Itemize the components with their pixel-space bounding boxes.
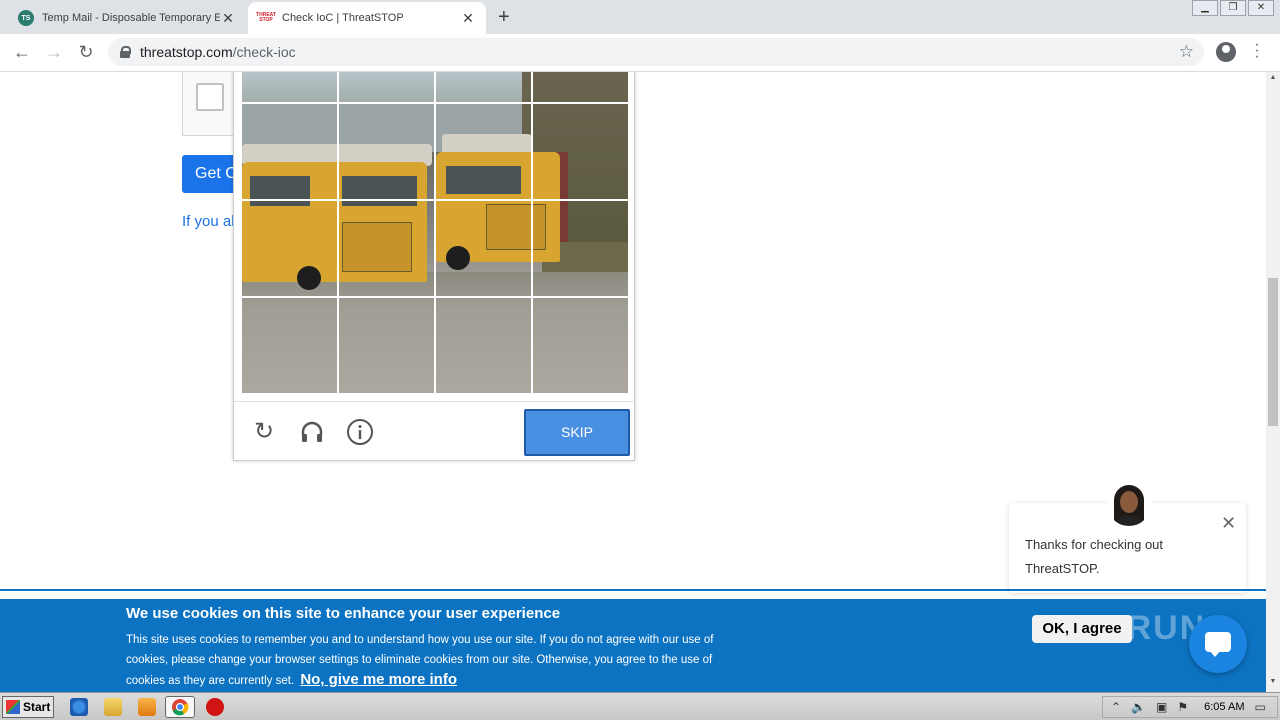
chevron-up-icon[interactable]: ⌃ xyxy=(1111,700,1121,714)
start-button[interactable]: Start xyxy=(2,696,54,718)
close-window-button[interactable]: ✕ xyxy=(1248,0,1274,16)
url-path: /check-ioc xyxy=(232,44,296,60)
minimize-button[interactable]: ▁ xyxy=(1192,0,1218,16)
restore-button[interactable]: ❐ xyxy=(1220,0,1246,16)
chat-launcher-icon[interactable] xyxy=(1189,615,1247,673)
audio-icon[interactable] xyxy=(298,418,326,446)
page-content: Get C If you al ↻ SKIP ✕ Thanks for chec… xyxy=(0,72,1266,692)
address-bar[interactable]: threatstop.com/check-ioc ☆ xyxy=(108,38,1204,66)
captcha-challenge: ↻ SKIP xyxy=(233,72,635,461)
bookmark-star-icon[interactable]: ☆ xyxy=(1179,42,1194,62)
profile-icon[interactable] xyxy=(1216,42,1236,62)
tab-temp-mail[interactable]: TS Temp Mail - Disposable Temporary Emai… xyxy=(8,2,246,34)
cookie-banner: We use cookies on this site to enhance y… xyxy=(0,599,1266,692)
system-tray: ⌃ 🔈 ▣ ⚑ 6:05 AM ▭ xyxy=(1102,696,1278,718)
recaptcha-checkbox[interactable] xyxy=(196,83,224,111)
scroll-down-icon[interactable]: ▼ xyxy=(1266,678,1280,685)
school-bus xyxy=(242,162,427,282)
clock: 6:05 AM xyxy=(1204,701,1245,713)
captcha-image xyxy=(242,72,628,393)
skip-button[interactable]: SKIP xyxy=(524,409,630,456)
tab-strip: TS Temp Mail - Disposable Temporary Emai… xyxy=(0,0,1280,34)
info-icon[interactable] xyxy=(346,418,374,446)
folder-icon[interactable] xyxy=(104,698,122,716)
captcha-footer: ↻ SKIP xyxy=(234,401,634,461)
chat-message: Thanks for checking out ThreatSTOP. xyxy=(1025,537,1164,576)
reload-icon[interactable]: ↻ xyxy=(250,418,278,446)
tab-title: Temp Mail - Disposable Temporary Email xyxy=(42,12,220,24)
lock-icon xyxy=(120,46,131,58)
network-icon[interactable]: ▣ xyxy=(1156,700,1167,714)
security-app-icon[interactable] xyxy=(206,698,224,716)
more-info-link[interactable]: No, give me more info xyxy=(300,671,457,688)
threatstop-icon: THREAT STOP xyxy=(256,10,276,26)
volume-icon[interactable]: 🔈 xyxy=(1131,700,1146,714)
show-desktop-icon[interactable]: ▭ xyxy=(1254,700,1265,714)
cookie-banner-text: This site uses cookies to remember you a… xyxy=(126,631,736,692)
reload-icon[interactable]: ↻ xyxy=(75,42,97,63)
start-label: Start xyxy=(23,700,51,714)
forward-arrow-icon[interactable]: → xyxy=(43,42,65,63)
new-tab-button[interactable]: + xyxy=(498,6,510,29)
browser-toolbar: ← → ↻ threatstop.com/check-ioc ☆ xyxy=(0,34,1280,72)
cookie-banner-border xyxy=(0,589,1266,591)
tab-threatstop[interactable]: THREAT STOP Check IoC | ThreatSTOP ✕ xyxy=(248,2,486,34)
close-icon[interactable]: ✕ xyxy=(1221,513,1236,534)
scrollbar-thumb[interactable] xyxy=(1268,278,1278,426)
ok-agree-button[interactable]: OK, I agree xyxy=(1032,615,1132,643)
agent-avatar xyxy=(1107,482,1151,526)
flag-icon[interactable]: ⚑ xyxy=(1177,700,1188,714)
media-player-icon[interactable] xyxy=(138,698,156,716)
scroll-up-icon[interactable]: ▲ xyxy=(1266,74,1280,81)
tab-close-icon[interactable]: ✕ xyxy=(220,10,236,27)
chrome-taskbar-button[interactable] xyxy=(165,696,195,718)
windows-logo-icon xyxy=(6,700,20,714)
url-host: threatstop.com xyxy=(140,44,233,60)
tempmail-icon: TS xyxy=(18,10,34,26)
internet-explorer-icon[interactable] xyxy=(70,698,88,716)
tab-close-icon[interactable]: ✕ xyxy=(460,10,476,27)
tab-title: Check IoC | ThreatSTOP xyxy=(282,12,404,24)
window-controls: ▁ ❐ ✕ xyxy=(1190,0,1274,16)
back-arrow-icon[interactable]: ← xyxy=(11,42,33,63)
cookie-banner-title: We use cookies on this site to enhance y… xyxy=(126,605,561,622)
page-scrollbar[interactable]: ▲ ▼ xyxy=(1266,72,1280,692)
browser-menu-icon[interactable]: · · · xyxy=(1252,37,1262,65)
windows-taskbar: Start ⌃ 🔈 ▣ ⚑ 6:05 AM ▭ xyxy=(0,692,1280,720)
